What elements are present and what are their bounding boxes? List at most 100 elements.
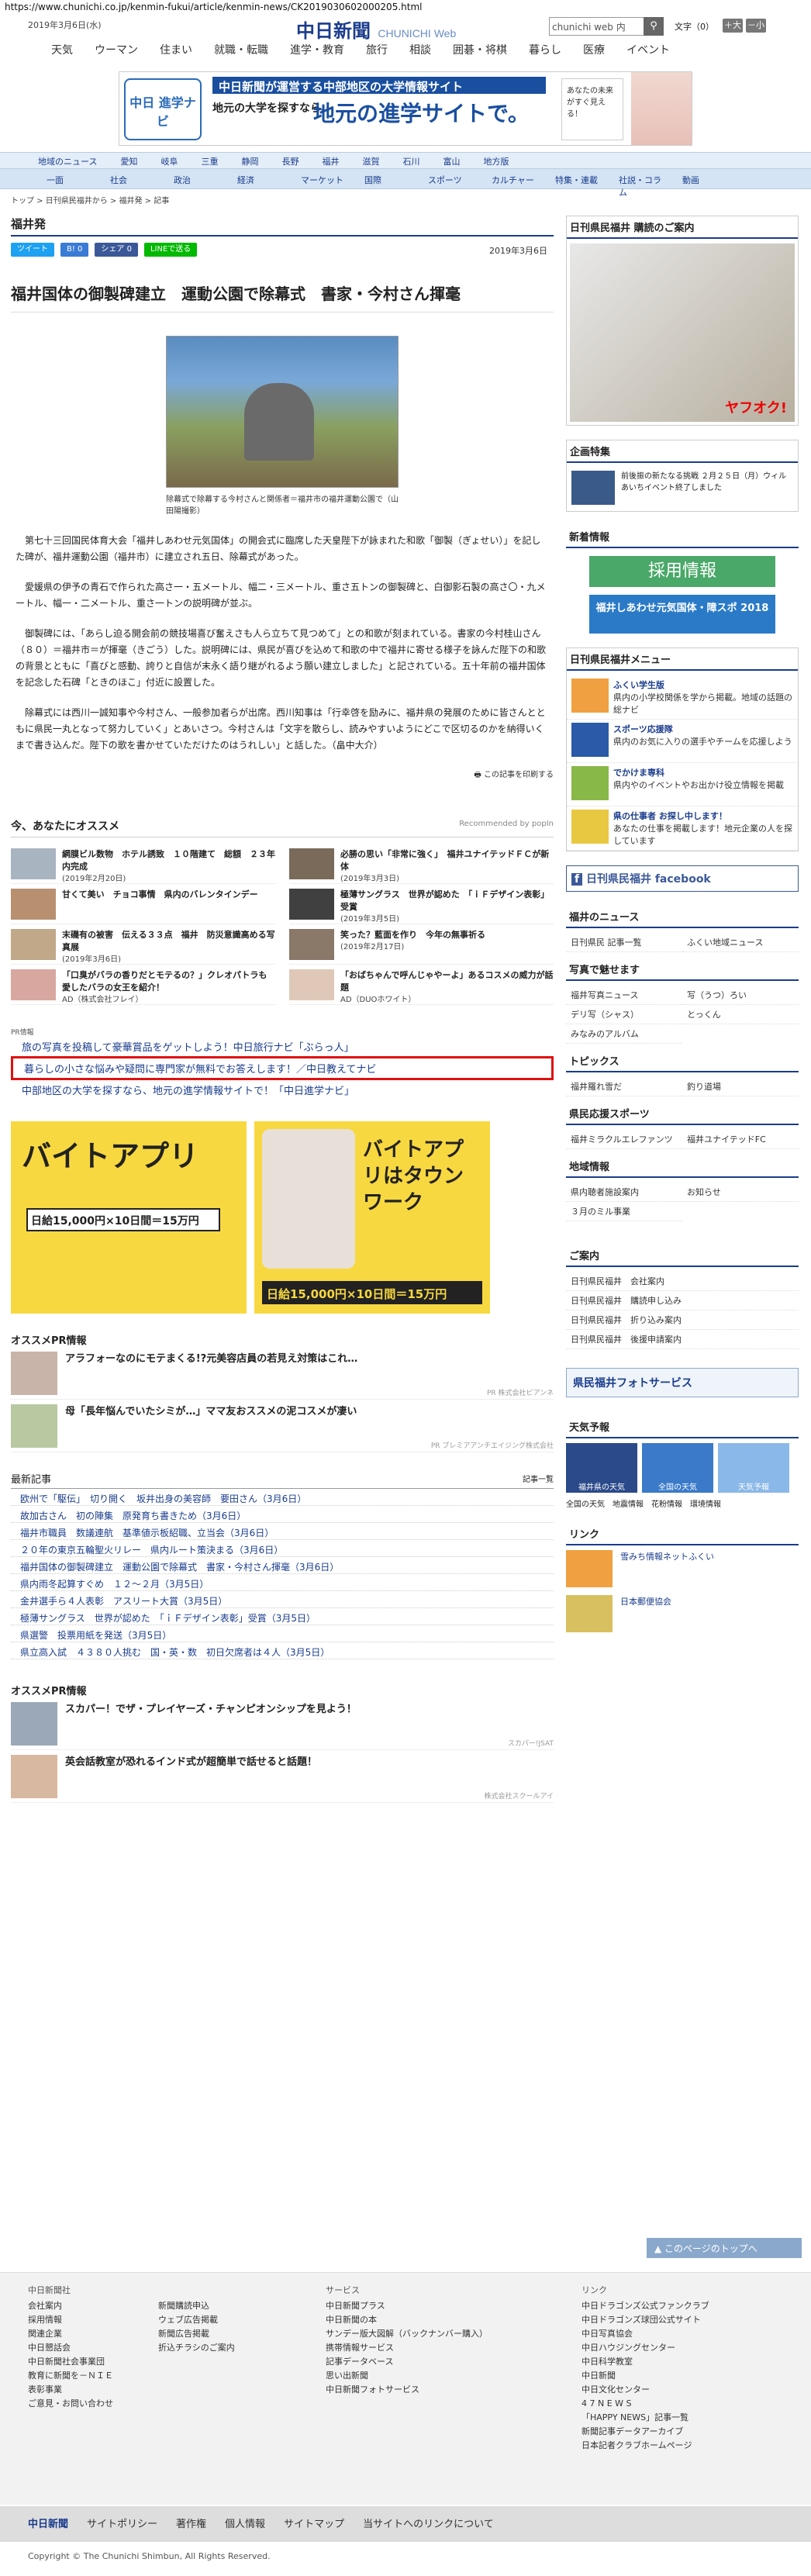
search-input[interactable]: chunichi web 内	[549, 17, 650, 36]
fnews-link[interactable]: 日刊県民 記事一覧	[566, 933, 682, 952]
footer-link[interactable]: 新聞記事データアーカイブ	[582, 2425, 709, 2439]
link-item[interactable]: 雪みち情報ネットふくい	[566, 1550, 799, 1590]
menu-item[interactable]: スポーツ応援隊 県内のお気に入りの選手やチームを応援しよう	[567, 720, 798, 763]
chiiki-link[interactable]: お知らせ	[682, 1183, 799, 1202]
footer-link[interactable]: 「HAPPY NEWS」記事一覧	[582, 2411, 709, 2425]
menu-item[interactable]: ふくい学生版 県内の小学校関係を学から掲載。地域の話題の総ナビ	[567, 675, 798, 720]
footer-link[interactable]: 中日写真協会	[582, 2327, 709, 2341]
footer-link[interactable]: ご意見・お問い合わせ	[28, 2397, 113, 2411]
footer-link[interactable]: 折込チラシのご案内	[158, 2341, 235, 2355]
breadcrumb-link[interactable]: トップ	[11, 197, 34, 205]
region-tab[interactable]: 地方版	[471, 153, 520, 168]
footer-link[interactable]: 中日文化センター	[582, 2383, 709, 2397]
region-tab[interactable]: 地域のニュース	[26, 153, 109, 168]
category-tab[interactable]: マーケット	[292, 169, 355, 188]
footer-link[interactable]: 日本記者クラブホームページ	[582, 2439, 709, 2453]
url-bar[interactable]: https://www.chunichi.co.jp/kenmin-fukui/…	[0, 0, 811, 14]
footer-link[interactable]: 携帯情報サービス	[326, 2341, 488, 2355]
footer-link[interactable]: 採用情報	[28, 2313, 113, 2327]
news-item[interactable]: 福井国体の御製碑建立 運動公園で除幕式 書家・今村さん揮毫（3月6日）	[11, 1557, 554, 1574]
photo-link[interactable]: 福井写真ニュース	[566, 986, 682, 1005]
annai-link[interactable]: 日刊県民福井 会社案内	[566, 1272, 799, 1291]
photo-link[interactable]: みなみのアルバム	[566, 1024, 682, 1044]
ospr-item[interactable]: スカパー！でザ・プレイヤーズ・チャンピオンシップを見よう！ スカパー!JSAT	[11, 1702, 554, 1750]
footer-link[interactable]: 中日新聞社会事業団	[28, 2355, 113, 2369]
shingaku-banner[interactable]: 中日 進学ナビ 中日新聞が運営する中部地区の大学情報サイト 地元の大学を探すなら…	[119, 71, 692, 146]
category-tab[interactable]: 国際	[355, 169, 419, 188]
news-item[interactable]: 欧州で「駆伝」 切り開く 坂井出身の美容師 要田さん（3月6日）	[11, 1489, 554, 1506]
news-item[interactable]: 県立高入試 ４３８０人挑む 国・英・数 初日欠席者は４人（3月5日）	[11, 1642, 554, 1659]
tenki-card[interactable]: 天気予報	[718, 1443, 789, 1493]
footer-link[interactable]: 会社案内	[28, 2299, 113, 2313]
tenki-sub-link[interactable]: 全国の天気	[566, 1497, 605, 1509]
recommend-item[interactable]: 極薄サングラス 世界が認めた 「ｉＦデザイン表彰」受賞 (2019年3月5日)	[289, 889, 554, 924]
menu-item[interactable]: 県の仕事者 お探し中します！ あなたの仕事を掲載します！地元企業の人を探しています	[567, 806, 798, 851]
tenki-card[interactable]: 福井県の天気	[566, 1443, 637, 1493]
article-photo[interactable]	[166, 336, 399, 488]
gnav-item[interactable]: 旅行	[355, 42, 399, 57]
tenki-sub-link[interactable]: 環境情報	[690, 1497, 721, 1509]
annai-link[interactable]: 日刊県民福井 折り込み案内	[566, 1310, 799, 1330]
pr-link-highlighted[interactable]: 暮らしの小さな悩みや疑問に専門家が無料でお答えします！／中日教えてナビ	[11, 1056, 554, 1080]
pr-link[interactable]: 旅の写真を投稿して豪華賞品をゲットしよう！中日旅行ナビ「ぶらっ人」	[11, 1037, 554, 1056]
footer-link[interactable]: 中日新聞プラス	[326, 2299, 488, 2313]
print-link[interactable]: 🖶 この記事を印刷する	[11, 768, 554, 782]
site-logo[interactable]: 中日新聞 CHUNICHI Web	[296, 16, 456, 43]
category-tab[interactable]: 動画	[673, 169, 737, 188]
pr-link[interactable]: 中部地区の大学を探すなら、地元の進学情報サイトで！「中日進学ナビ」	[11, 1080, 554, 1100]
region-tab[interactable]: 岐阜	[149, 153, 189, 168]
news-item[interactable]: 故加古さん 初の陣集 原発育ち書きため（3月6日）	[11, 1506, 554, 1523]
annai-link[interactable]: 日刊県民福井 後援申請案内	[566, 1330, 799, 1349]
hatena-button[interactable]: B! 0	[60, 243, 89, 257]
footer-bar-link[interactable]: サイトマップ	[284, 2516, 344, 2533]
news-item[interactable]: 金井選手ら４人表彰 アスリート大賞（3月5日）	[11, 1591, 554, 1608]
saiyo-banner[interactable]: 採用情報	[589, 556, 775, 587]
sports-link[interactable]: 福井ミラクルエレファンツ	[566, 1130, 682, 1149]
category-tab[interactable]: スポーツ	[419, 169, 482, 188]
gnav-item[interactable]: 進学・教育	[279, 42, 355, 57]
recommend-item[interactable]: 笑った？藍面を作り 今年の無事祈る (2019年2月17日)	[289, 929, 554, 965]
recommend-item[interactable]: 網膜ビル数物 ホテル誘致 １０階建て 総額 ２３年内完成 (2019年2月20日)	[11, 848, 275, 884]
townwork-ad-1[interactable]: バイトアプリ 日給15,000円×10日間＝15万円	[11, 1121, 247, 1314]
news-item[interactable]: 極薄サングラス 世界が認めた 「ｉＦデザイン表彰」受賞（3月5日）	[11, 1608, 554, 1625]
gnav-item[interactable]: 医療	[572, 42, 616, 57]
footer-link[interactable]: 新聞広告掲載	[158, 2327, 235, 2341]
recommend-item[interactable]: 末磯有の被害 伝える３３点 福井 防災意識高める写真展 (2019年3月6日)	[11, 929, 275, 965]
footer-link[interactable]: 中日新聞の本	[326, 2313, 488, 2327]
chiiki-link[interactable]: ３月のミル事業	[566, 1202, 682, 1221]
powered-by[interactable]: Recommended by popIn	[459, 820, 554, 828]
gnav-item[interactable]: 囲碁・将棋	[442, 42, 518, 57]
link-item[interactable]: 日本郵便協会	[566, 1595, 799, 1635]
recommend-item[interactable]: 甘くて美い チョコ事情 県内のバレンタインデー	[11, 889, 275, 924]
topics-link[interactable]: 釣り道場	[682, 1077, 799, 1096]
tenki-sub-link[interactable]: 地震情報	[613, 1497, 644, 1509]
region-tab[interactable]: 三重	[189, 153, 229, 168]
gnav-item[interactable]: ウーマン	[84, 42, 149, 57]
recommend-item[interactable]: 「おばちゃんで呼んじゃやーよ」あるコスメの威力が話題 AD（DUOホワイト）	[289, 969, 554, 1005]
gnav-item[interactable]: 住まい	[149, 42, 203, 57]
gnav-item[interactable]: イベント	[616, 42, 681, 57]
footer-link[interactable]: 表彰事業	[28, 2383, 113, 2397]
footer-link[interactable]: 中日ハウジングセンター	[582, 2341, 709, 2355]
footer-bar-link[interactable]: 当サイトへのリンクについて	[363, 2516, 494, 2533]
breadcrumb-link[interactable]: 日刊県民福井から	[46, 197, 108, 205]
fukui-kokutai-banner[interactable]: 福井しあわせ元気国体・障スポ 2018	[589, 595, 775, 634]
footer-bar-link[interactable]: 著作権	[176, 2516, 206, 2533]
category-tab[interactable]: カルチャー	[482, 169, 546, 188]
footer-link[interactable]: 中日新聞フォトサービス	[326, 2383, 488, 2397]
category-tab[interactable]: 社会	[101, 169, 164, 188]
topics-link[interactable]: 福井羅れ雪だ	[566, 1077, 682, 1096]
category-tab[interactable]: 政治	[164, 169, 228, 188]
news-item[interactable]: 福井市職員 数議連航 基準値示板紹職、立当会（3月6日）	[11, 1523, 554, 1540]
news-item[interactable]: 県内雨冬起算すぐめ １２～２月（3月5日）	[11, 1574, 554, 1591]
kenmin-title[interactable]: 日刊県民福井 購読のご案内	[567, 216, 798, 239]
footer-link[interactable]: 新聞購読申込	[158, 2299, 235, 2313]
font-minus-button[interactable]: －小	[746, 19, 766, 33]
gnav-item[interactable]: 天気	[40, 42, 84, 57]
region-tab[interactable]: 石川	[391, 153, 431, 168]
yahoo-ad[interactable]: ヤフオク!	[570, 243, 795, 422]
footer-bar-link[interactable]: サイトポリシー	[87, 2516, 157, 2533]
footer-link[interactable]: 中日ドラゴンズ球団公式サイト	[582, 2313, 709, 2327]
ospr-item[interactable]: 英会話教室が恐れるインド式が超簡単で話せると話題！ 株式会社スクールアイ	[11, 1755, 554, 1803]
gnav-item[interactable]: 相談	[399, 42, 442, 57]
